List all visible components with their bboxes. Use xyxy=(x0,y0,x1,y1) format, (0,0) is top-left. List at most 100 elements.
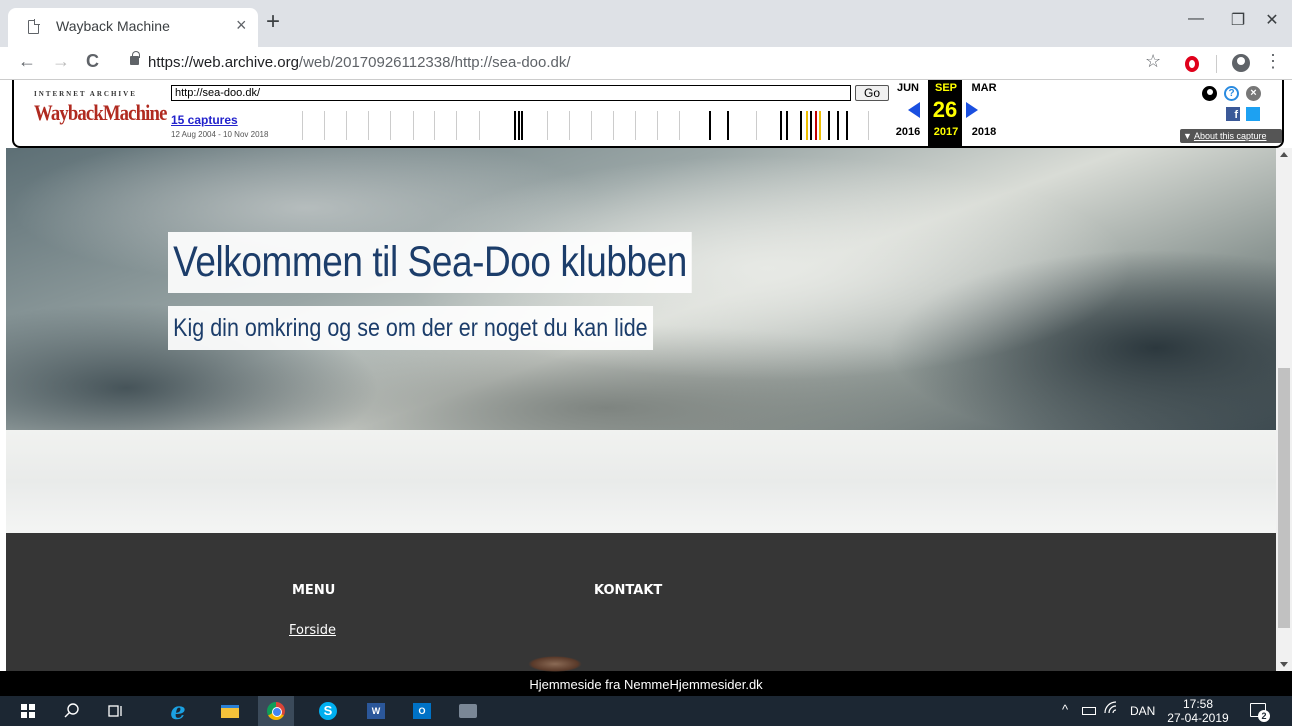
window-close-icon[interactable]: ✕ xyxy=(1262,10,1282,30)
sparkline-bar[interactable] xyxy=(810,111,812,140)
sparkline-bar[interactable] xyxy=(727,111,729,140)
sparkline-bar[interactable] xyxy=(518,111,520,140)
opera-extension-icon[interactable] xyxy=(1185,56,1199,72)
wayback-user-icon[interactable] xyxy=(1202,86,1217,101)
sparkline-bar[interactable] xyxy=(828,111,830,140)
taskbar-explorer[interactable] xyxy=(212,696,248,726)
about-this-capture-button[interactable]: ▼ About this capture xyxy=(1180,129,1282,143)
hosting-banner[interactable]: Hjemmeside fra NemmeHjemmesider.dk xyxy=(0,671,1292,696)
facebook-icon[interactable]: f xyxy=(1226,107,1240,121)
taskbar-chrome[interactable] xyxy=(258,696,294,726)
sparkline-bar[interactable] xyxy=(514,111,516,140)
sparkline-bar[interactable] xyxy=(390,111,391,140)
wayback-toolbar: INTERNET ARCHIVE WaybackMachine http://s… xyxy=(12,80,1284,148)
hosting-logo-icon[interactable] xyxy=(528,656,582,672)
sparkline-bar[interactable] xyxy=(780,111,782,140)
hosting-banner-text[interactable]: Hjemmeside fra NemmeHjemmesider.dk xyxy=(0,677,1292,692)
sparkline-bar[interactable] xyxy=(591,111,592,140)
taskbar-skype[interactable]: S xyxy=(310,696,346,726)
go-button[interactable]: Go xyxy=(855,85,889,101)
sparkline-bar[interactable] xyxy=(837,111,839,140)
sparkline-bar[interactable] xyxy=(613,111,614,140)
month-prev[interactable]: JUN xyxy=(890,82,926,94)
sparkline-bar[interactable] xyxy=(819,111,821,140)
sparkline-bar[interactable] xyxy=(800,111,802,140)
sparkline-bar[interactable] xyxy=(302,111,303,140)
sparkline-bar[interactable] xyxy=(569,111,570,140)
forward-icon[interactable]: → xyxy=(52,51,70,72)
sparkline-bar[interactable] xyxy=(868,111,869,140)
sparkline-bar[interactable] xyxy=(346,111,347,140)
start-button[interactable] xyxy=(10,696,46,726)
sparkline-bar[interactable] xyxy=(547,111,548,140)
sparkline-bar[interactable] xyxy=(479,111,480,140)
sparkline-bar[interactable] xyxy=(756,111,757,140)
task-view-button[interactable] xyxy=(98,696,134,726)
page-scrollbar[interactable] xyxy=(1276,148,1292,671)
sparkline-bar[interactable] xyxy=(679,111,680,140)
sparkline-bar[interactable] xyxy=(521,111,523,140)
scroll-down-arrow-icon[interactable] xyxy=(1280,662,1288,667)
year-next[interactable]: 2018 xyxy=(966,126,1002,138)
reload-icon[interactable]: C xyxy=(86,51,99,72)
internet-explorer-icon: e xyxy=(170,696,186,725)
hero-title: Velkommen til Sea-Doo klubben xyxy=(168,232,693,293)
month-next[interactable]: MAR xyxy=(966,82,1002,94)
sparkline-bar[interactable] xyxy=(786,111,788,140)
sparkline-bar[interactable] xyxy=(635,111,636,140)
restore-icon[interactable]: ❐ xyxy=(1228,10,1248,30)
clock-time[interactable]: 17:58 xyxy=(1166,697,1230,711)
taskbar-outlook[interactable]: O xyxy=(404,696,440,726)
sparkline-bar[interactable] xyxy=(413,111,414,140)
tab-close-icon[interactable]: × xyxy=(236,15,247,36)
sparkline-bar[interactable] xyxy=(846,111,848,140)
tab-wayback-machine[interactable]: Wayback Machine × xyxy=(8,8,258,47)
file-explorer-icon xyxy=(221,704,239,718)
show-hidden-icons[interactable]: ^ xyxy=(1062,702,1068,717)
search-button[interactable] xyxy=(54,696,90,726)
month-current: SEP xyxy=(934,82,957,94)
wayback-url-input[interactable]: http://sea-doo.dk/ xyxy=(171,85,851,101)
battery-icon[interactable] xyxy=(1082,707,1096,715)
minimize-icon[interactable]: — xyxy=(1186,10,1206,28)
sparkline-bar[interactable] xyxy=(806,111,808,140)
prev-capture-arrow-icon[interactable] xyxy=(908,102,920,118)
address-bar[interactable]: https://web.archive.org/web/201709261123… xyxy=(148,54,571,71)
wayback-close-icon[interactable]: × xyxy=(1246,86,1261,101)
input-language[interactable]: DAN xyxy=(1130,704,1155,718)
about-arrow-icon: ▼ xyxy=(1183,131,1192,141)
wifi-glyph xyxy=(1104,701,1117,714)
sparkline-bar[interactable] xyxy=(657,111,658,140)
taskbar-snipping-tool[interactable] xyxy=(450,696,486,726)
browser-toolbar: ← → C https://web.archive.org/web/201709… xyxy=(0,47,1292,80)
twitter-icon[interactable] xyxy=(1246,107,1260,121)
sparkline-bar[interactable] xyxy=(456,111,457,140)
sparkline-bar[interactable] xyxy=(368,111,369,140)
captures-link[interactable]: 15 captures xyxy=(171,113,238,127)
sparkline-bar[interactable] xyxy=(709,111,711,140)
capture-sparkline[interactable] xyxy=(284,109,874,142)
help-icon[interactable]: ? xyxy=(1224,86,1239,101)
new-tab-button[interactable]: + xyxy=(266,8,280,36)
footer-link-forside[interactable]: Forside xyxy=(289,623,336,638)
scroll-up-arrow-icon[interactable] xyxy=(1280,152,1288,157)
taskbar-word[interactable]: W xyxy=(358,696,394,726)
back-icon[interactable]: ← xyxy=(18,51,36,72)
profile-icon[interactable] xyxy=(1232,54,1250,72)
toolbar-separator xyxy=(1216,55,1217,73)
bookmark-star-icon[interactable]: ☆ xyxy=(1145,51,1161,72)
wayback-logo[interactable]: WaybackMachine xyxy=(34,100,167,126)
next-capture-arrow-icon[interactable] xyxy=(966,102,978,118)
sparkline-bar[interactable] xyxy=(815,111,817,140)
year-prev[interactable]: 2016 xyxy=(890,126,926,138)
lock-icon[interactable] xyxy=(130,51,140,65)
clock-date[interactable]: 27-04-2019 xyxy=(1166,711,1230,725)
sparkline-bar[interactable] xyxy=(324,111,325,140)
wifi-icon[interactable] xyxy=(1104,701,1120,718)
taskbar-ie[interactable]: e xyxy=(160,696,196,726)
hero-banner: Velkommen til Sea-Doo klubben Kig din om… xyxy=(6,148,1276,430)
tab-strip: Wayback Machine × + — ❐ ✕ xyxy=(0,0,1292,47)
sparkline-bar[interactable] xyxy=(434,111,435,140)
chrome-menu-icon[interactable]: ⋮ xyxy=(1264,51,1282,72)
scrollbar-thumb[interactable] xyxy=(1278,368,1290,628)
